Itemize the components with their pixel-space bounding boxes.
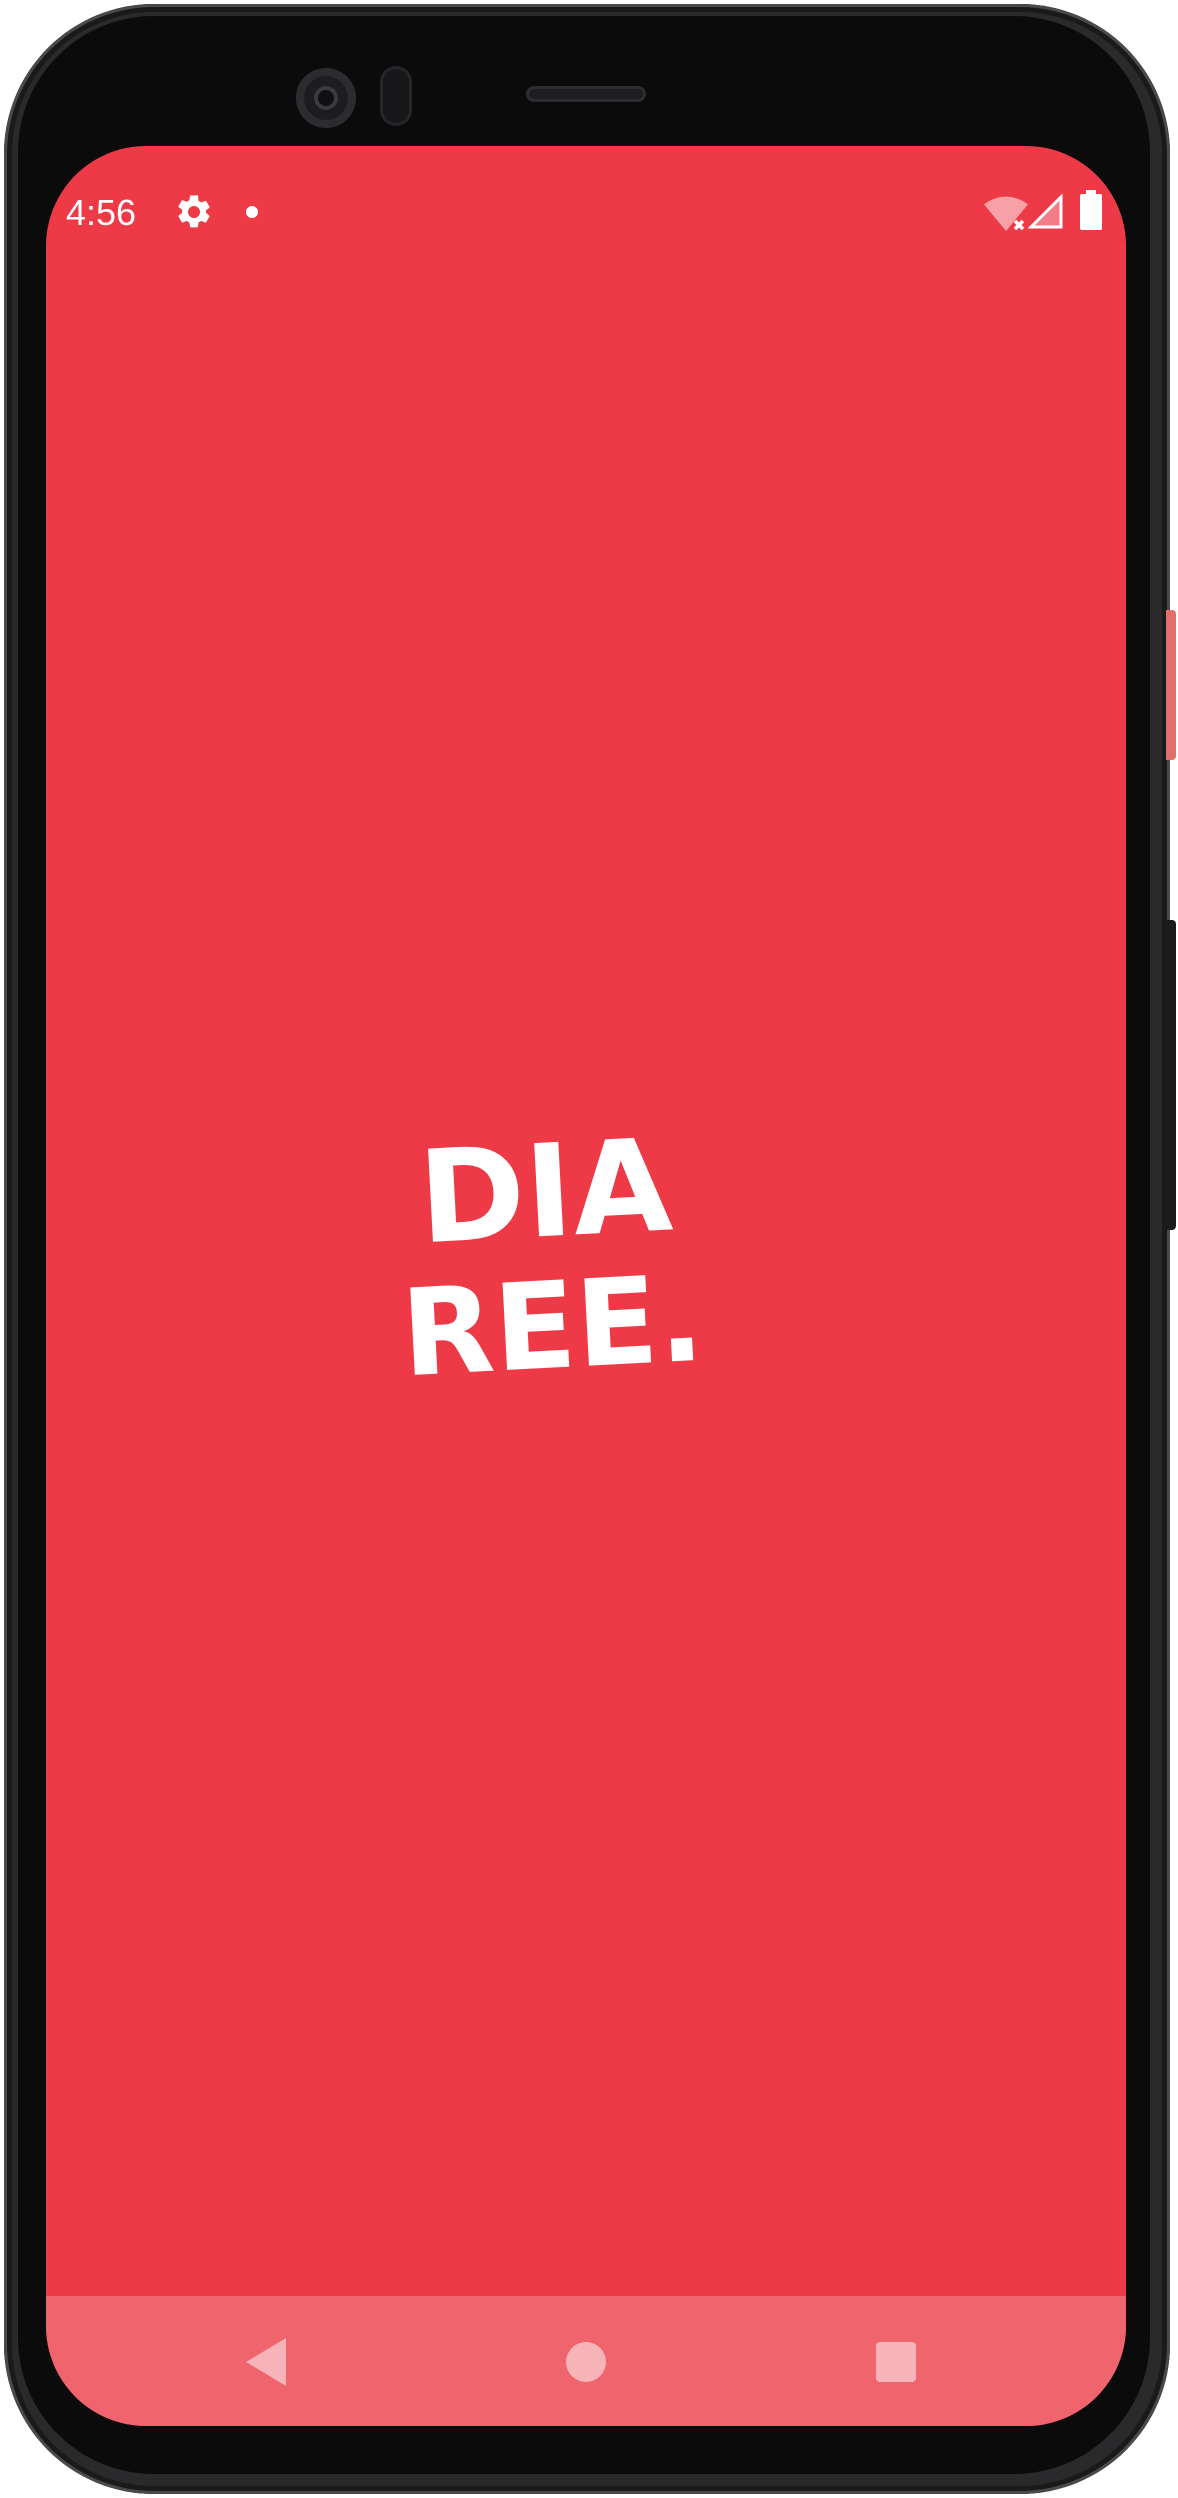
logo-line1: DIA bbox=[415, 1116, 675, 1273]
status-bar: 4:56 bbox=[46, 146, 1126, 284]
gear-icon bbox=[178, 195, 210, 228]
logo-line2: REE. bbox=[401, 1250, 707, 1396]
proximity-sensor bbox=[380, 66, 412, 126]
home-icon[interactable] bbox=[566, 2342, 606, 2382]
power-button bbox=[1166, 610, 1176, 760]
screen: 4:56 DIA REE. bbox=[46, 146, 1126, 2426]
volume-button bbox=[1166, 920, 1176, 1230]
earpiece-speaker bbox=[526, 86, 646, 102]
camera-lens bbox=[314, 86, 338, 110]
signal-icon bbox=[1028, 194, 1063, 229]
battery-icon bbox=[1080, 190, 1102, 230]
wifi-off-icon bbox=[984, 196, 1028, 231]
notification-dot-icon bbox=[246, 206, 258, 218]
navigation-bar bbox=[46, 2296, 1126, 2426]
app-logo: DIA REE. bbox=[401, 1116, 707, 1396]
status-time: 4:56 bbox=[66, 192, 137, 233]
recents-icon[interactable] bbox=[876, 2342, 916, 2382]
back-icon[interactable] bbox=[246, 2338, 286, 2386]
